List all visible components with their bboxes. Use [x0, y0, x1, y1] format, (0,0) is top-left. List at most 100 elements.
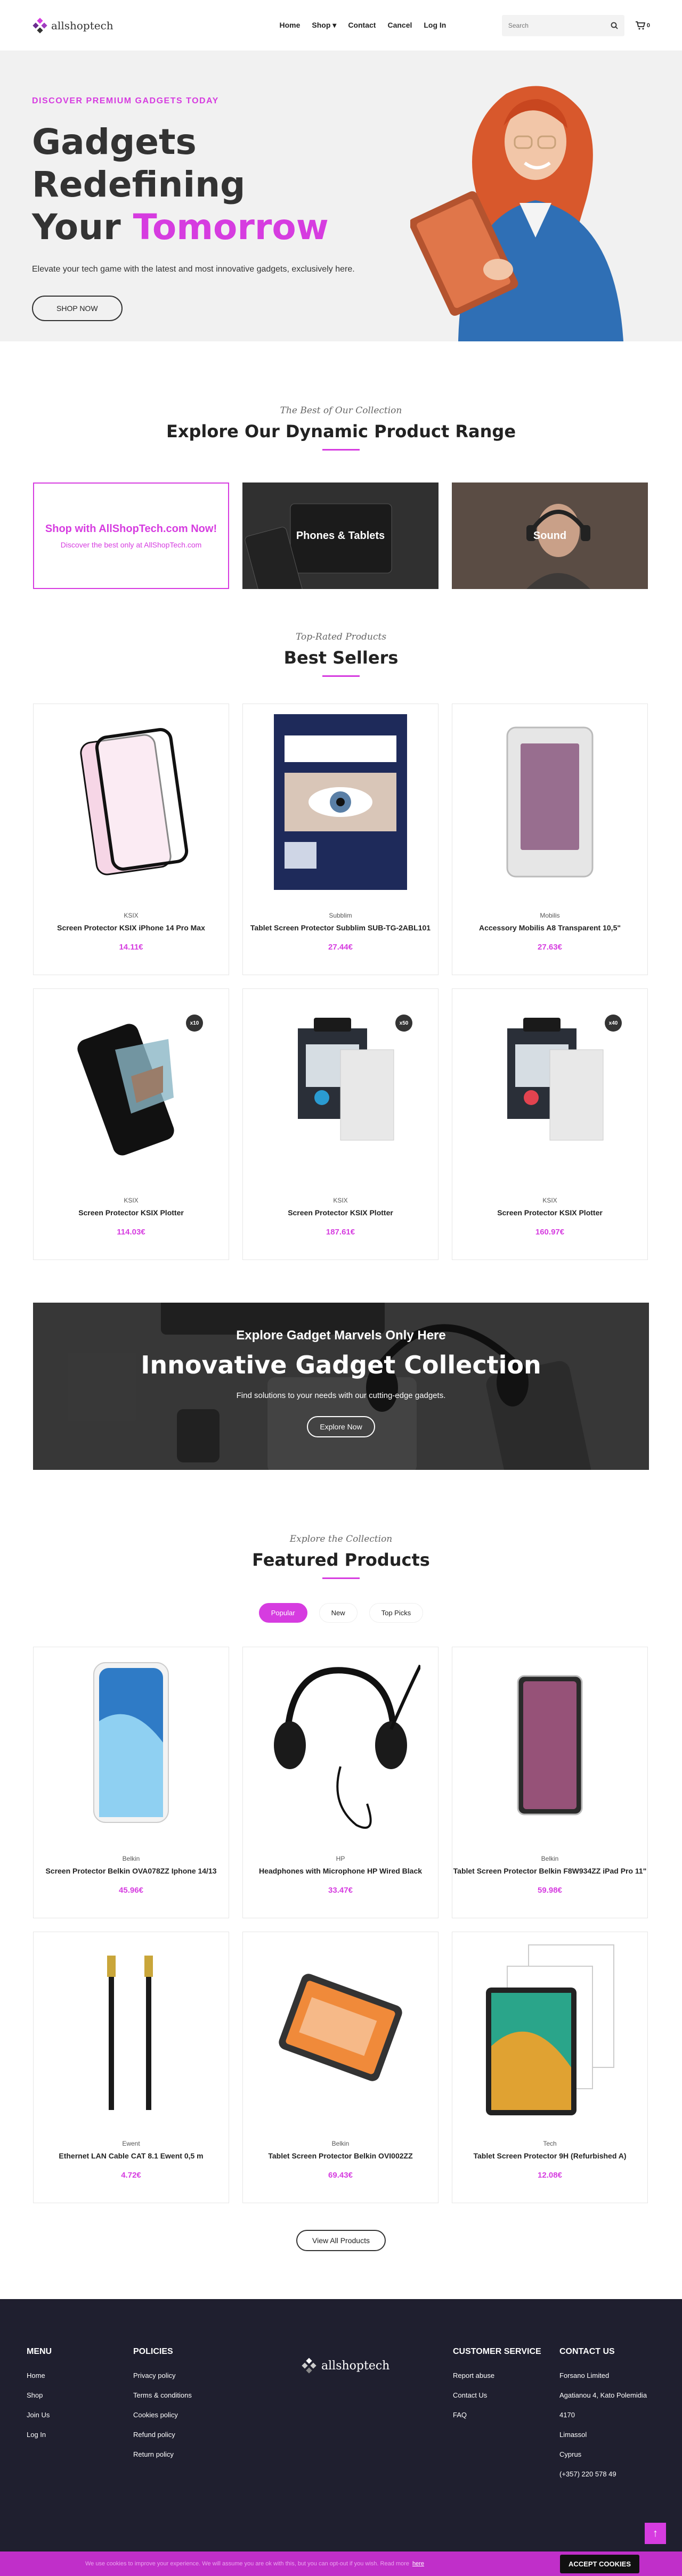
product-name[interactable]: Screen Protector KSIX Plotter — [243, 1208, 438, 1217]
tile-phones-tablets[interactable]: Phones & Tablets — [242, 483, 439, 589]
footer-link[interactable]: Refund policy — [133, 2431, 192, 2439]
product-price: 187.61€ — [326, 1228, 355, 1237]
tab-new[interactable]: New — [319, 1603, 358, 1623]
footer-service-title: CUSTOMER SERVICE — [453, 2347, 541, 2356]
chevron-down-icon: ▾ — [332, 21, 337, 29]
search-icon[interactable] — [611, 22, 618, 29]
nav-shop-label: Shop — [312, 21, 331, 29]
product-name[interactable]: Tablet Screen Protector 9H (Refurbished … — [452, 2152, 647, 2160]
product-name[interactable]: Headphones with Microphone HP Wired Blac… — [243, 1867, 438, 1875]
product-name[interactable]: Screen Protector KSIX iPhone 14 Pro Max — [34, 923, 229, 932]
cookie-read-more-link[interactable]: here — [412, 2561, 424, 2567]
product-price: 59.98€ — [538, 1886, 562, 1895]
product-brand: Belkin — [331, 2140, 350, 2147]
footer-link[interactable]: Join Us — [27, 2411, 52, 2419]
footer-link[interactable]: Privacy policy — [133, 2371, 192, 2379]
cart-button[interactable]: 0 — [635, 21, 650, 30]
hero-title-line1: Gadgets Redefining — [32, 121, 246, 205]
product-name[interactable]: Screen Protector Belkin OVA078ZZ Iphone … — [34, 1867, 229, 1875]
cookie-bar: We use cookies to improve your experienc… — [0, 2552, 682, 2576]
product-card[interactable]: Belkin Tablet Screen Protector Belkin OV… — [242, 1932, 439, 2203]
quantity-badge: x40 — [605, 1015, 622, 1032]
sellers-title: Best Sellers — [283, 648, 399, 668]
cookie-message: We use cookies to improve your experienc… — [85, 2561, 409, 2567]
product-card[interactable]: x40 KSIX Screen Protector KSIX Plotter 1… — [452, 988, 648, 1260]
footer-link[interactable]: Return policy — [133, 2450, 192, 2458]
footer-link[interactable]: Cookies policy — [133, 2411, 192, 2419]
tab-top-picks[interactable]: Top Picks — [369, 1603, 424, 1623]
product-card[interactable]: Tech Tablet Screen Protector 9H (Refurbi… — [452, 1932, 648, 2203]
footer-link[interactable]: Log In — [27, 2431, 52, 2439]
product-tabs: Popular New Top Picks — [0, 1603, 682, 1623]
product-card[interactable]: Subblim Tablet Screen Protector Subblim … — [242, 704, 439, 975]
accept-cookies-button[interactable]: ACCEPT COOKIES — [559, 2554, 639, 2573]
footer-menu: MENU Home Shop Join Us Log In — [27, 2347, 52, 2450]
nav-shop[interactable]: Shop ▾ — [312, 21, 336, 30]
footer-link[interactable]: FAQ — [453, 2411, 541, 2419]
footer-contact-title: CONTACT US — [559, 2347, 615, 2356]
footer-link[interactable]: Terms & conditions — [133, 2391, 192, 2399]
product-image — [243, 1932, 438, 2128]
logo[interactable]: allshoptech — [32, 17, 224, 34]
tile-shop-now[interactable]: Shop with AllShopTech.com Now! Discover … — [33, 483, 229, 589]
explore-now-button[interactable]: Explore Now — [307, 1416, 375, 1437]
product-brand: HP — [336, 1855, 345, 1862]
product-name[interactable]: Tablet Screen Protector Belkin OVI002ZZ — [243, 2152, 438, 2160]
nav-home[interactable]: Home — [280, 21, 301, 30]
footer-link[interactable]: Report abuse — [453, 2371, 541, 2379]
product-card[interactable]: Ewent Ethernet LAN Cable CAT 8.1 Ewent 0… — [33, 1932, 229, 2203]
hero-subtitle: Elevate your tech game with the latest a… — [32, 265, 355, 274]
tile-shop-title: Shop with AllShopTech.com Now! — [45, 522, 217, 535]
product-card[interactable]: Mobilis Accessory Mobilis A8 Transparent… — [452, 704, 648, 975]
product-name[interactable]: Accessory Mobilis A8 Transparent 10,5" — [452, 923, 647, 932]
product-image: x40 — [452, 989, 647, 1185]
nav-cancel[interactable]: Cancel — [387, 21, 412, 30]
product-image — [243, 1647, 438, 1843]
hero-eyebrow: DISCOVER PREMIUM GADGETS TODAY — [32, 96, 219, 105]
logo-icon — [32, 17, 48, 34]
product-name[interactable]: Tablet Screen Protector Belkin F8W934ZZ … — [452, 1867, 647, 1875]
tab-popular[interactable]: Popular — [258, 1603, 307, 1623]
footer-logo-text: allshoptech — [321, 2359, 390, 2373]
product-card[interactable]: Belkin Tablet Screen Protector Belkin F8… — [452, 1647, 648, 1918]
product-name[interactable]: Ethernet LAN Cable CAT 8.1 Ewent 0,5 m — [34, 2152, 229, 2160]
footer-menu-title: MENU — [27, 2347, 52, 2356]
product-card[interactable]: x50 KSIX Screen Protector KSIX Plotter 1… — [242, 988, 439, 1260]
footer-link[interactable]: Contact Us — [453, 2391, 541, 2399]
footer-policies-title: POLICIES — [133, 2347, 173, 2356]
title-underline — [322, 1577, 360, 1579]
view-all-products-button[interactable]: View All Products — [296, 2230, 386, 2251]
product-image: x50 — [243, 989, 438, 1185]
cart-count: 0 — [646, 22, 650, 29]
product-price: 4.72€ — [121, 2171, 141, 2180]
product-card[interactable]: HP Headphones with Microphone HP Wired B… — [242, 1647, 439, 1918]
product-image — [452, 1932, 647, 2128]
nav-contact[interactable]: Contact — [348, 21, 376, 30]
product-price: 14.11€ — [119, 943, 143, 952]
product-name[interactable]: Tablet Screen Protector Subblim SUB-TG-2… — [243, 923, 438, 932]
footer-logo[interactable]: allshoptech — [301, 2358, 389, 2374]
product-image: x10 — [34, 989, 229, 1185]
product-price: 160.97€ — [535, 1228, 565, 1237]
footer-link[interactable]: Home — [27, 2371, 52, 2379]
scroll-to-top-button[interactable]: ↑ — [645, 2523, 666, 2544]
footer-policies: POLICIES Privacy policy Terms & conditio… — [133, 2347, 192, 2470]
footer-link[interactable]: Shop — [27, 2391, 52, 2399]
shop-now-button[interactable]: SHOP NOW — [32, 296, 123, 321]
nav-login[interactable]: Log In — [424, 21, 446, 30]
product-brand: Tech — [543, 2140, 557, 2147]
product-name[interactable]: Screen Protector KSIX Plotter — [452, 1208, 647, 1217]
product-name[interactable]: Screen Protector KSIX Plotter — [34, 1208, 229, 1217]
footer-service: CUSTOMER SERVICE Report abuse Contact Us… — [453, 2347, 541, 2431]
tile-sound[interactable]: Sound — [452, 483, 648, 589]
product-card[interactable]: x10 KSIX Screen Protector KSIX Plotter 1… — [33, 988, 229, 1260]
product-price: 33.47€ — [328, 1886, 353, 1895]
hero-title: Gadgets Redefining Your Tomorrow — [32, 121, 405, 249]
range-eyebrow: The Best of Our Collection — [280, 405, 402, 416]
product-card[interactable]: KSIX Screen Protector KSIX iPhone 14 Pro… — [33, 704, 229, 975]
search-box — [501, 14, 624, 36]
product-card[interactable]: Belkin Screen Protector Belkin OVA078ZZ … — [33, 1647, 229, 1918]
product-price: 12.08€ — [538, 2171, 562, 2180]
search-input[interactable] — [508, 21, 611, 29]
tile-phones-label: Phones & Tablets — [296, 529, 385, 542]
